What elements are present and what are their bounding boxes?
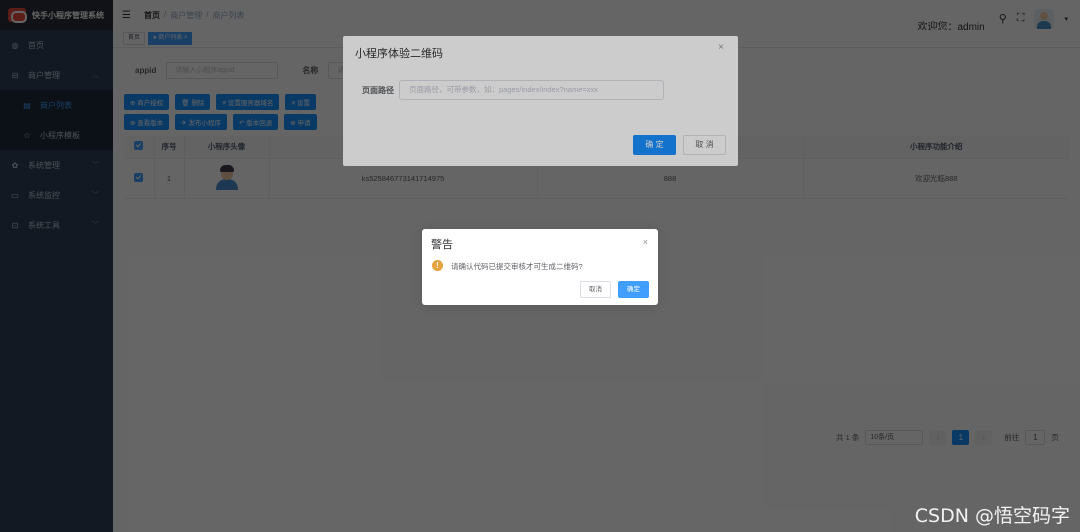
close-icon[interactable]: × (643, 237, 648, 247)
watermark-text: CSDN @悟空码字 (914, 505, 1070, 527)
warning-messagebox: 警告 × ! 请确认代码已提交审核才可生成二维码? 取消 确定 (422, 229, 658, 305)
warning-icon: ! (432, 260, 443, 271)
messagebox-confirm-button[interactable]: 确定 (618, 281, 649, 298)
messagebox-text: 请确认代码已提交审核才可生成二维码? (451, 262, 583, 271)
messagebox-title: 警告 (431, 239, 453, 251)
messagebox-cancel-button[interactable]: 取消 (580, 281, 611, 298)
